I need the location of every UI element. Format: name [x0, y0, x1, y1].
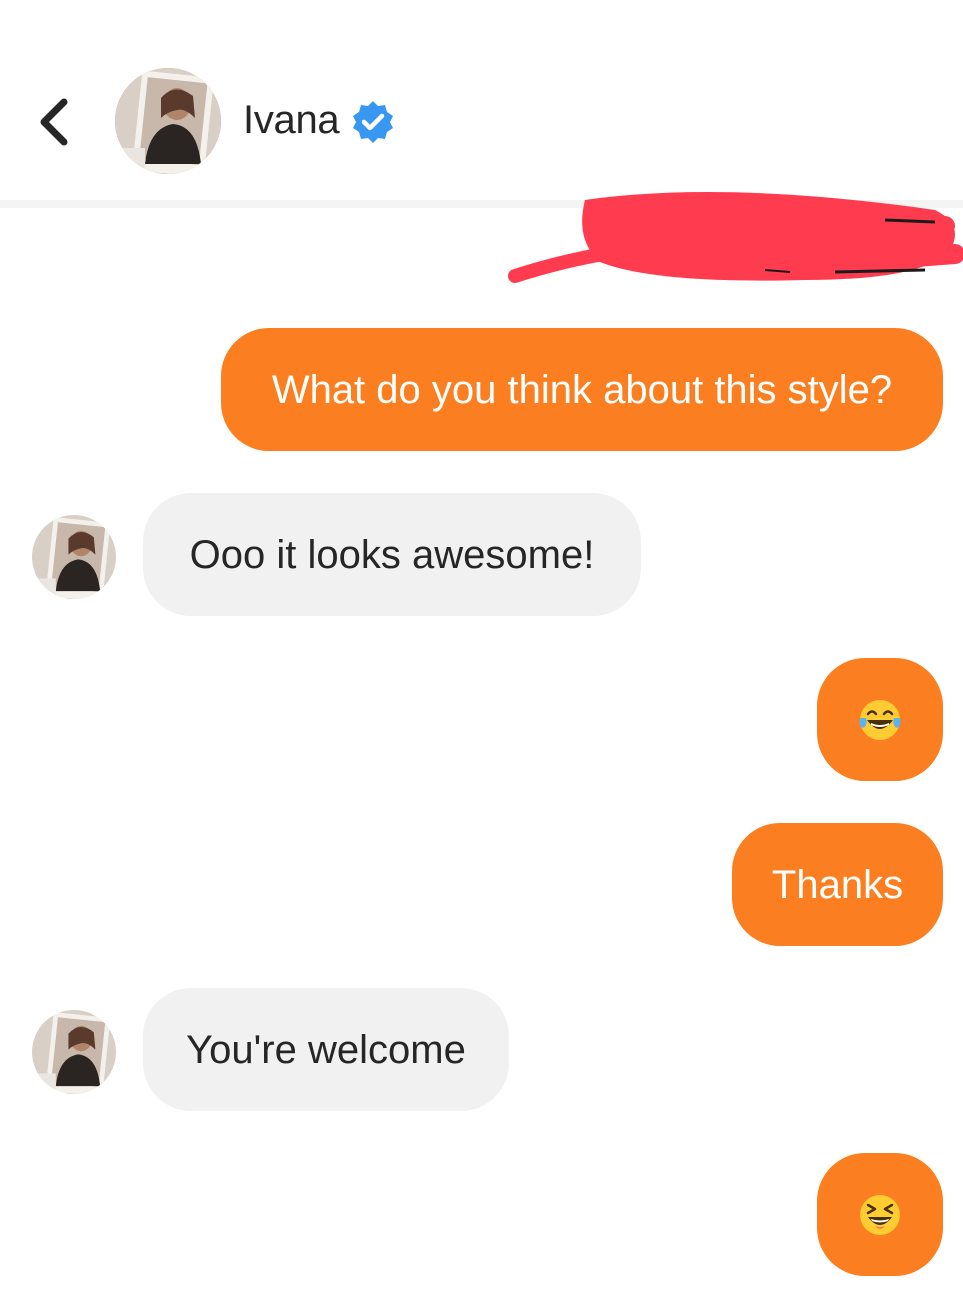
contact-name[interactable]: Ivana: [243, 98, 340, 143]
message-sent[interactable]: [817, 658, 943, 781]
message-received[interactable]: You're welcome: [143, 988, 509, 1111]
verified-badge-icon: [350, 99, 396, 145]
message-received[interactable]: Ooo it looks awesome!: [143, 493, 641, 616]
message-sent[interactable]: [817, 1153, 943, 1276]
message-text: You're welcome: [186, 1027, 466, 1072]
sender-avatar[interactable]: [32, 515, 116, 599]
sender-avatar[interactable]: [32, 1010, 116, 1094]
message-text: What do you think about this style?: [271, 367, 893, 412]
back-button[interactable]: [30, 92, 80, 152]
contact-avatar[interactable]: [115, 68, 221, 174]
message-sent[interactable]: Thanks: [732, 823, 943, 946]
face-with-tears-of-joy-icon: [859, 699, 901, 740]
grinning-squinting-face-icon: [860, 1194, 900, 1235]
message-text: Ooo it looks awesome!: [189, 532, 595, 577]
message-text: Thanks: [771, 862, 904, 907]
redaction-scribble: [505, 180, 963, 290]
message-sent[interactable]: What do you think about this style?: [221, 328, 943, 451]
chevron-left-icon: [40, 98, 68, 146]
chat-header: Ivana: [0, 0, 963, 200]
